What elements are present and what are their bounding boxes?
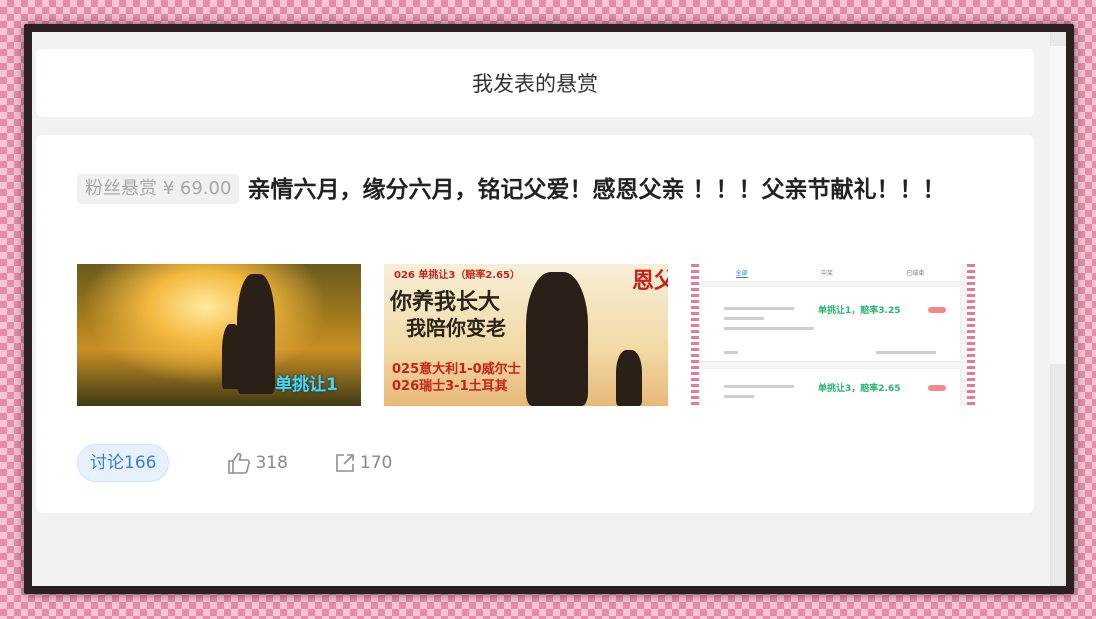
- like-button[interactable]: 318: [227, 452, 288, 474]
- mini-tab: 全部: [735, 269, 748, 278]
- app-viewport: 我发表的悬赏 粉丝悬赏 ¥ 69.00 亲情六月，缘分六月，铭记父爱！感恩父亲 ！…: [32, 32, 1066, 586]
- father-child-poster-image[interactable]: 026 单挑让3（赔率2.65） 你养我长大 我陪你变老 025意大利1-0威尔…: [384, 264, 668, 406]
- thumbs-up-icon: [228, 452, 251, 474]
- mini-tab: 中奖: [820, 270, 833, 277]
- header-card: 我发表的悬赏: [36, 49, 1034, 117]
- father-son-sunset-image[interactable]: 单挑让1: [77, 264, 361, 406]
- poster-line: 026瑞士3-1土耳其: [392, 379, 508, 394]
- discuss-button[interactable]: 讨论166: [77, 444, 170, 482]
- mini-odds-text: 单挑让1，赔率3.25: [818, 306, 901, 316]
- poster-line: 我陪你变老: [406, 316, 506, 340]
- like-count: 318: [255, 453, 288, 473]
- mini-list-item: 单挑让3，赔率2.65: [699, 368, 961, 406]
- post-action-bar: 讨论166 318 170: [77, 444, 392, 482]
- poster-line: 恩父亲: [632, 268, 668, 294]
- reward-post-card[interactable]: 粉丝悬赏 ¥ 69.00 亲情六月，缘分六月，铭记父爱！感恩父亲 ！！！父亲节献礼…: [36, 135, 1034, 513]
- mini-tab-bar: 全部 中奖 已结束: [699, 264, 961, 282]
- mini-tab: 已结束: [906, 270, 925, 277]
- post-image-gallery: 单挑让1 026 单挑让3（赔率2.65） 你养我长大 我陪你变老 025意大利…: [77, 264, 975, 406]
- scrollbar-thumb[interactable]: [1050, 46, 1066, 364]
- poster-line: 026 单挑让3（赔率2.65）: [394, 270, 520, 281]
- share-icon: [336, 454, 354, 472]
- mini-list-item: 单挑让1，赔率3.25: [699, 286, 961, 362]
- post-heading-text: 亲情六月，缘分六月，铭记父爱！感恩父亲 ！！！父亲节献礼！！！: [247, 177, 946, 203]
- page-title: 我发表的悬赏: [472, 72, 598, 96]
- scrollbar-track[interactable]: [1050, 32, 1066, 586]
- image-caption: 单挑让1: [275, 375, 338, 395]
- share-count: 170: [359, 453, 393, 473]
- mini-odds-text: 单挑让3，赔率2.65: [818, 384, 901, 394]
- app-screenshot-image[interactable]: 全部 中奖 已结束 单挑让1，赔率3.25 单挑让3，赔率2.65: [691, 264, 975, 406]
- post-title[interactable]: 粉丝悬赏 ¥ 69.00 亲情六月，缘分六月，铭记父爱！感恩父亲 ！！！父亲节献礼…: [77, 168, 997, 212]
- reward-tag: 粉丝悬赏 ¥ 69.00: [77, 174, 240, 204]
- share-button[interactable]: 170: [334, 452, 392, 474]
